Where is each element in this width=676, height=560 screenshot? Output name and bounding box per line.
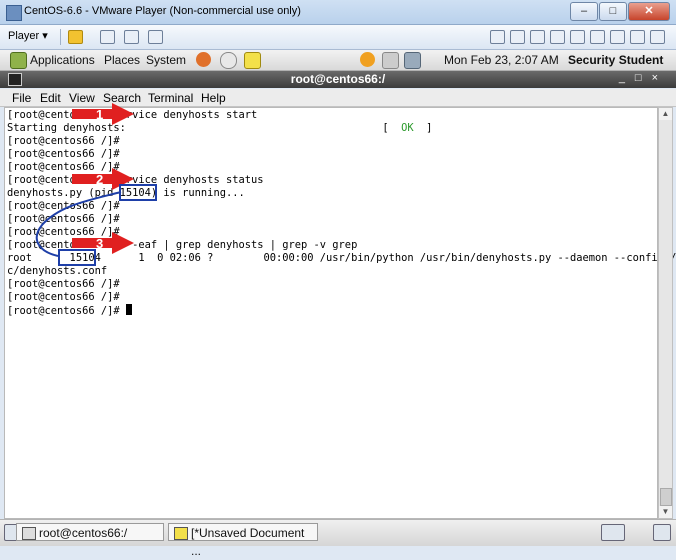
gnome-bottom-panel: root@centos66:/ [*Unsaved Document ... [0, 519, 676, 558]
firefox-icon[interactable] [196, 52, 211, 67]
menu-terminal[interactable]: Terminal [148, 91, 193, 105]
places-menu[interactable]: Places [104, 53, 140, 67]
terminal-title-bar: root@centos66:/ _□× [0, 71, 676, 88]
network-status-icon[interactable] [404, 52, 421, 69]
notes-icon[interactable] [244, 52, 261, 69]
player-menu-button[interactable]: Player ▾ [8, 29, 48, 42]
terminal-prompt: [root@centos66 /]# [7, 305, 126, 317]
taskbar-gedit-label: [*Unsaved Document ... [191, 526, 305, 558]
gnome-top-panel: Applications Places System Mon Feb 23, 2… [0, 50, 676, 71]
taskbar-gedit[interactable]: [*Unsaved Document ... [168, 523, 318, 558]
volume-icon[interactable] [382, 52, 399, 69]
vmware-toolbar: Player ▾ [0, 25, 676, 50]
trash-icon[interactable] [653, 524, 671, 541]
terminal-line: [root@centos66 /]# [7, 148, 120, 160]
ok-bracket: ] [413, 122, 433, 134]
disk-icon[interactable] [530, 30, 545, 44]
terminal-line: [root@centos66 /]# [7, 213, 120, 225]
device-icon[interactable] [490, 30, 505, 44]
terminal-line: [root@centos66 /]# [7, 200, 120, 212]
step-number: 2 [96, 172, 103, 187]
display-icon[interactable] [650, 30, 665, 44]
scroll-up-arrow[interactable]: ▲ [659, 108, 672, 120]
vmware-title-bar: CentOS-6.6 - VMware Player (Non-commerci… [0, 0, 676, 25]
folder-icon[interactable] [630, 30, 645, 44]
printer-icon[interactable] [570, 30, 585, 44]
maximize-button[interactable]: □ [599, 2, 627, 21]
scroll-thumb[interactable] [660, 488, 672, 506]
pid-highlight-box [119, 184, 157, 201]
terminal-line: Starting denyhosts: [ OK ] [7, 122, 432, 135]
terminal-line: [root@centos66 /]# [7, 135, 120, 147]
unity-icon[interactable] [148, 30, 163, 44]
ok-status: OK [401, 122, 414, 134]
taskbar-terminal-label: root@centos66:/ [39, 526, 128, 540]
panel-clock[interactable]: Mon Feb 23, 2:07 AM [444, 53, 559, 67]
pause-icon[interactable] [68, 30, 83, 44]
scroll-down-arrow[interactable]: ▼ [659, 506, 672, 518]
send-ctrl-alt-del-icon[interactable] [100, 30, 115, 44]
pid-highlight-box [58, 249, 96, 266]
terminal-scrollbar[interactable]: ▲ ▼ [658, 107, 673, 519]
terminal-line-text: Starting denyhosts: [ [7, 122, 402, 134]
network-icon[interactable] [510, 30, 525, 44]
usb-icon[interactable] [550, 30, 565, 44]
terminal-window-controls[interactable]: _□× [619, 72, 668, 84]
vmware-window-title: CentOS-6.6 - VMware Player (Non-commerci… [24, 5, 301, 17]
terminal-icon [22, 527, 36, 540]
terminal-line: c/denyhosts.conf [7, 265, 108, 277]
workspace-switcher-icon[interactable] [601, 524, 625, 541]
terminal-title: root@centos66:/ [290, 72, 386, 86]
text-editor-icon [174, 527, 188, 540]
minimize-button[interactable]: – [570, 2, 598, 21]
menu-help[interactable]: Help [201, 91, 226, 105]
terminal-line: [root@centos66 /]# [7, 278, 120, 290]
terminal-cursor [125, 304, 132, 315]
panel-user[interactable]: Security Student [568, 53, 663, 67]
taskbar-terminal[interactable]: root@centos66:/ [16, 523, 164, 541]
menu-edit[interactable]: Edit [40, 91, 61, 105]
email-icon[interactable] [220, 52, 237, 69]
close-button[interactable]: ✕ [628, 2, 670, 21]
system-menu[interactable]: System [146, 53, 186, 67]
menu-file[interactable]: File [12, 91, 31, 105]
message-icon[interactable] [610, 30, 625, 44]
toolbar-separator [60, 29, 61, 45]
terminal-line: [root@centos66 /]# [7, 304, 132, 317]
gnome-foot-icon [10, 52, 27, 69]
terminal-line: [root@centos66 /]# [7, 291, 120, 303]
step-number: 1 [96, 107, 103, 122]
step-arrow: 1 [72, 103, 134, 125]
sound-icon[interactable] [590, 30, 605, 44]
step-number: 3 [96, 236, 103, 251]
fullscreen-icon[interactable] [124, 30, 139, 44]
applications-menu[interactable]: Applications [30, 53, 95, 67]
vmware-app-icon [6, 5, 22, 21]
updates-icon[interactable] [360, 52, 375, 67]
